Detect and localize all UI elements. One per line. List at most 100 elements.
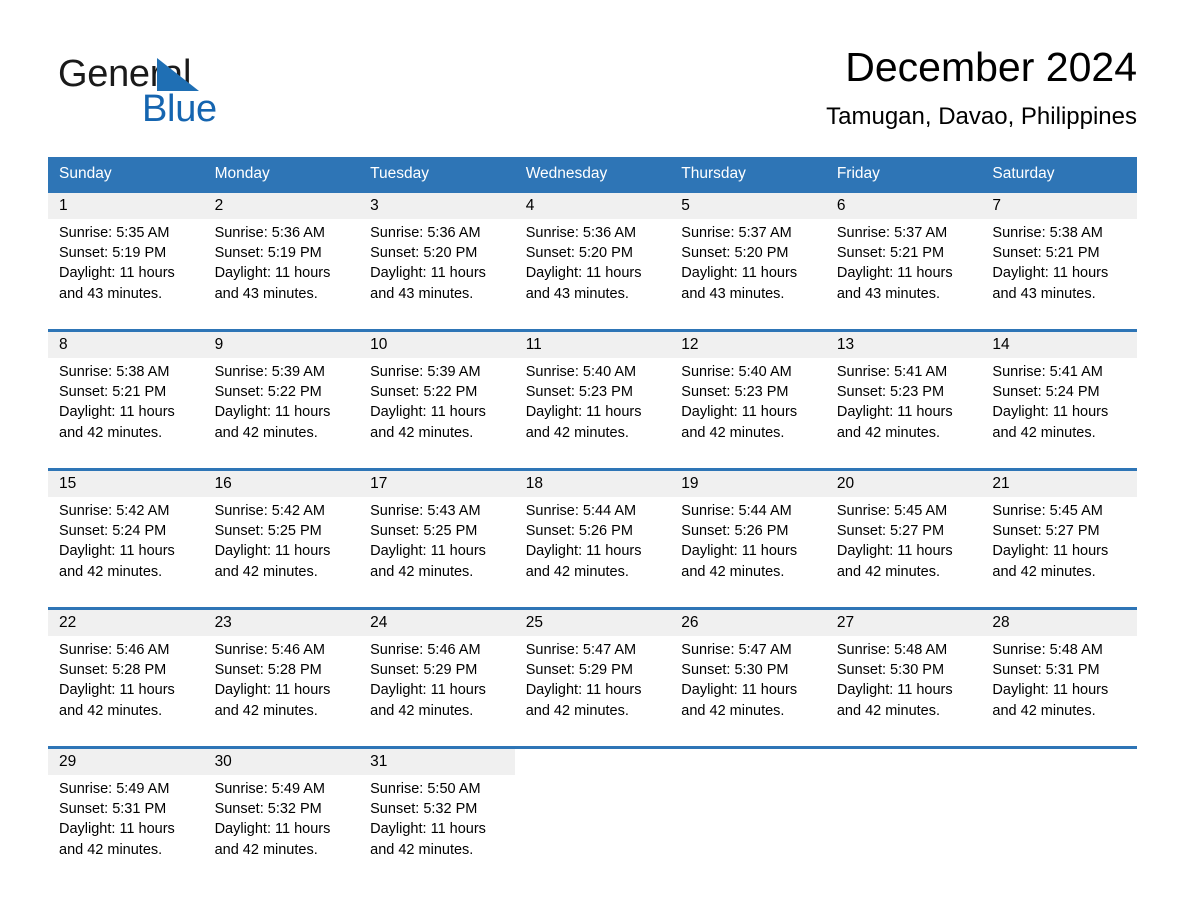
- day-cell: Sunrise: 5:37 AM Sunset: 5:20 PM Dayligh…: [670, 219, 826, 307]
- day-number[interactable]: 1: [48, 193, 204, 219]
- day-cell: Sunrise: 5:40 AM Sunset: 5:23 PM Dayligh…: [515, 358, 671, 446]
- sunset-text: Sunset: 5:20 PM: [370, 245, 478, 262]
- sunrise-text: Sunrise: 5:40 AM: [525, 364, 637, 380]
- day-number[interactable]: 8: [48, 332, 204, 358]
- day-number[interactable]: 26: [670, 610, 826, 636]
- day-number[interactable]: 30: [203, 749, 360, 775]
- daylight-text: Daylight: 11 hours and 43 minutes.: [681, 265, 798, 302]
- daylight-text: Daylight: 11 hours and 42 minutes.: [836, 543, 953, 580]
- day-number[interactable]: 24: [359, 610, 515, 636]
- day-cell: Sunrise: 5:36 AM Sunset: 5:19 PM Dayligh…: [204, 219, 360, 307]
- day-number[interactable]: 10: [359, 332, 515, 358]
- sunset-text: Sunset: 5:21 PM: [992, 245, 1100, 262]
- sunrise-text: Sunrise: 5:46 AM: [370, 642, 481, 658]
- day-number[interactable]: 4: [514, 193, 671, 219]
- day-cell: Sunrise: 5:39 AM Sunset: 5:22 PM Dayligh…: [359, 358, 515, 446]
- day-number[interactable]: 25: [514, 610, 671, 636]
- daylight-text: Daylight: 11 hours and 42 minutes.: [59, 821, 175, 858]
- weekday-tuesday: Tuesday: [370, 165, 430, 182]
- sunset-text: Sunset: 5:31 PM: [59, 801, 167, 818]
- daylight-text: Daylight: 11 hours and 42 minutes.: [836, 682, 953, 719]
- sunset-text: Sunset: 5:22 PM: [370, 384, 478, 401]
- sunset-text: Sunset: 5:30 PM: [836, 662, 945, 679]
- sunrise-text: Sunrise: 5:37 AM: [836, 225, 948, 241]
- sunrise-text: Sunrise: 5:36 AM: [525, 225, 637, 241]
- sunset-text: Sunset: 5:25 PM: [214, 523, 322, 540]
- day-cell-empty: [515, 775, 671, 863]
- sunset-text: Sunset: 5:25 PM: [370, 523, 478, 540]
- sunrise-text: Sunrise: 5:50 AM: [370, 781, 481, 797]
- daylight-text: Daylight: 11 hours and 42 minutes.: [370, 682, 486, 719]
- sunrise-text: Sunrise: 5:47 AM: [681, 642, 792, 658]
- sunrise-text: Sunrise: 5:37 AM: [681, 225, 792, 241]
- day-number-row: 15 16 17 18 19 20 21: [48, 471, 1137, 497]
- day-cell: Sunrise: 5:38 AM Sunset: 5:21 PM Dayligh…: [981, 219, 1137, 307]
- sunset-text: Sunset: 5:30 PM: [681, 662, 789, 679]
- sunset-text: Sunset: 5:23 PM: [836, 384, 945, 401]
- day-cell: Sunrise: 5:42 AM Sunset: 5:25 PM Dayligh…: [204, 497, 360, 585]
- day-number[interactable]: 22: [48, 610, 204, 636]
- day-number[interactable]: 9: [203, 332, 360, 358]
- page-title: December 2024: [845, 44, 1137, 90]
- general-blue-logo: General Blue: [58, 54, 318, 134]
- day-cell: Sunrise: 5:37 AM Sunset: 5:21 PM Dayligh…: [826, 219, 982, 307]
- day-number[interactable]: 31: [359, 749, 515, 775]
- daylight-text: Daylight: 11 hours and 42 minutes.: [214, 543, 331, 580]
- daylight-text: Daylight: 11 hours and 42 minutes.: [836, 404, 953, 441]
- day-cell: Sunrise: 5:46 AM Sunset: 5:28 PM Dayligh…: [48, 636, 204, 724]
- day-number[interactable]: 15: [48, 471, 204, 497]
- day-number[interactable]: 20: [825, 471, 982, 497]
- day-number[interactable]: 16: [203, 471, 360, 497]
- sunset-text: Sunset: 5:20 PM: [525, 245, 633, 262]
- day-number[interactable]: 27: [825, 610, 982, 636]
- weekday-saturday: Saturday: [992, 165, 1055, 182]
- day-number[interactable]: 17: [359, 471, 515, 497]
- daylight-text: Daylight: 11 hours and 42 minutes.: [214, 821, 331, 858]
- week-row: 22 23 24 25 26 27 28 Sunrise: 5:46 AM Su…: [48, 607, 1137, 724]
- day-cell: Sunrise: 5:47 AM Sunset: 5:29 PM Dayligh…: [515, 636, 671, 724]
- daylight-text: Daylight: 11 hours and 42 minutes.: [370, 821, 486, 858]
- calendar-page: General Blue December 2024 Tamugan, Dava…: [0, 0, 1188, 918]
- sunset-text: Sunset: 5:31 PM: [992, 662, 1100, 679]
- daylight-text: Daylight: 11 hours and 42 minutes.: [59, 682, 175, 719]
- day-number[interactable]: 3: [359, 193, 515, 219]
- sunrise-text: Sunrise: 5:44 AM: [525, 503, 637, 519]
- day-number[interactable]: 14: [981, 332, 1137, 358]
- day-cell: Sunrise: 5:40 AM Sunset: 5:23 PM Dayligh…: [670, 358, 826, 446]
- day-number[interactable]: 21: [981, 471, 1137, 497]
- day-number[interactable]: 5: [670, 193, 826, 219]
- day-number[interactable]: 23: [203, 610, 360, 636]
- day-cell: Sunrise: 5:39 AM Sunset: 5:22 PM Dayligh…: [204, 358, 360, 446]
- day-number-empty: [670, 749, 826, 775]
- daylight-text: Daylight: 11 hours and 42 minutes.: [370, 543, 486, 580]
- day-cell: Sunrise: 5:50 AM Sunset: 5:32 PM Dayligh…: [359, 775, 515, 863]
- sunrise-text: Sunrise: 5:41 AM: [836, 364, 948, 380]
- day-number[interactable]: 19: [670, 471, 826, 497]
- day-cell: Sunrise: 5:35 AM Sunset: 5:19 PM Dayligh…: [48, 219, 204, 307]
- day-number[interactable]: 6: [825, 193, 982, 219]
- day-details-row: Sunrise: 5:38 AM Sunset: 5:21 PM Dayligh…: [48, 358, 1137, 446]
- day-number[interactable]: 28: [981, 610, 1137, 636]
- sunset-text: Sunset: 5:24 PM: [992, 384, 1100, 401]
- day-cell: Sunrise: 5:41 AM Sunset: 5:23 PM Dayligh…: [826, 358, 982, 446]
- day-number[interactable]: 7: [981, 193, 1137, 219]
- day-cell: Sunrise: 5:45 AM Sunset: 5:27 PM Dayligh…: [826, 497, 982, 585]
- day-number[interactable]: 11: [514, 332, 671, 358]
- sunrise-text: Sunrise: 5:46 AM: [59, 642, 170, 658]
- day-cell: Sunrise: 5:36 AM Sunset: 5:20 PM Dayligh…: [515, 219, 671, 307]
- weekday-wednesday: Wednesday: [525, 165, 608, 182]
- day-number[interactable]: 13: [825, 332, 982, 358]
- sunrise-text: Sunrise: 5:47 AM: [525, 642, 637, 658]
- day-number[interactable]: 18: [514, 471, 671, 497]
- day-number[interactable]: 29: [48, 749, 204, 775]
- sunrise-text: Sunrise: 5:45 AM: [836, 503, 948, 519]
- sunset-text: Sunset: 5:28 PM: [214, 662, 322, 679]
- sunrise-text: Sunrise: 5:38 AM: [992, 225, 1103, 241]
- sunset-text: Sunset: 5:32 PM: [214, 801, 322, 818]
- day-cell: Sunrise: 5:46 AM Sunset: 5:28 PM Dayligh…: [204, 636, 360, 724]
- daylight-text: Daylight: 11 hours and 43 minutes.: [59, 265, 175, 302]
- day-number-row: 1 2 3 4 5 6 7: [48, 193, 1137, 219]
- day-number[interactable]: 12: [670, 332, 826, 358]
- day-number[interactable]: 2: [203, 193, 360, 219]
- sunset-text: Sunset: 5:29 PM: [370, 662, 478, 679]
